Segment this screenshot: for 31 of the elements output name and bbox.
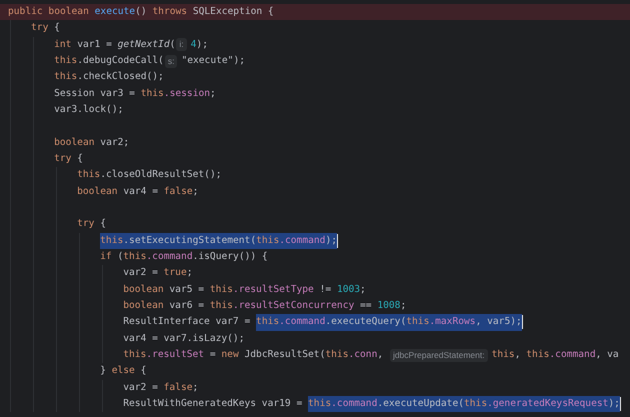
selected-code: this.command.executeUpdate(this.generatedKeysRequest); bbox=[308, 396, 620, 412]
code-text: boolean var4 = false; bbox=[77, 184, 198, 199]
code-text: boolean var6 = this.resultSetConcurrency == 1008; bbox=[123, 298, 406, 313]
code-text: 4); bbox=[190, 38, 208, 52]
code-text: boolean var5 = this.resultSetType != 1003; bbox=[123, 282, 366, 297]
code-text: var2 = true; bbox=[123, 266, 193, 280]
code-text: "execute"); bbox=[181, 54, 245, 68]
code-text: if (this.command.isQuery()) { bbox=[100, 250, 268, 264]
code-text: try { bbox=[31, 21, 60, 36]
code-text: try { bbox=[54, 152, 83, 166]
code-text: int var1 = getNextId( bbox=[54, 38, 176, 52]
inlay-hint: s: bbox=[164, 54, 178, 68]
code-text: this.closeOldResultSet(); bbox=[77, 168, 222, 182]
code-text: ResultInterface var7 = bbox=[123, 315, 252, 330]
inlay-hint: i: bbox=[176, 38, 187, 52]
code-text: this.resultSet = new JdbcResultSet(this.conn, bbox=[123, 348, 384, 362]
inlay-hint: jdbcPreparedStatement: bbox=[390, 348, 488, 362]
selected-code: this.setExecutingStatement(this.command); bbox=[100, 232, 338, 249]
code-text: this.checkClosed(); bbox=[54, 70, 164, 84]
code-text: ResultWithGeneratedKeys var19 = bbox=[123, 396, 304, 411]
selected-code: this.command.executeQuery(this.maxRows, var5); bbox=[256, 314, 522, 331]
code-text: this, this.command, va bbox=[492, 348, 619, 362]
code-text: public boolean execute() throws SQLException { bbox=[8, 5, 274, 19]
code-text: Session var3 = this.session; bbox=[54, 86, 216, 101]
code-text: var4 = var7.isLazy(); bbox=[123, 332, 244, 346]
code-text: boolean var2; bbox=[54, 136, 130, 150]
code-text: var2 = false; bbox=[123, 380, 198, 395]
code-text: var3.lock(); bbox=[54, 102, 124, 117]
code-text: this.debugCodeCall( bbox=[54, 54, 164, 68]
code-text: try { bbox=[77, 217, 106, 232]
code-text: } else { bbox=[100, 364, 146, 378]
